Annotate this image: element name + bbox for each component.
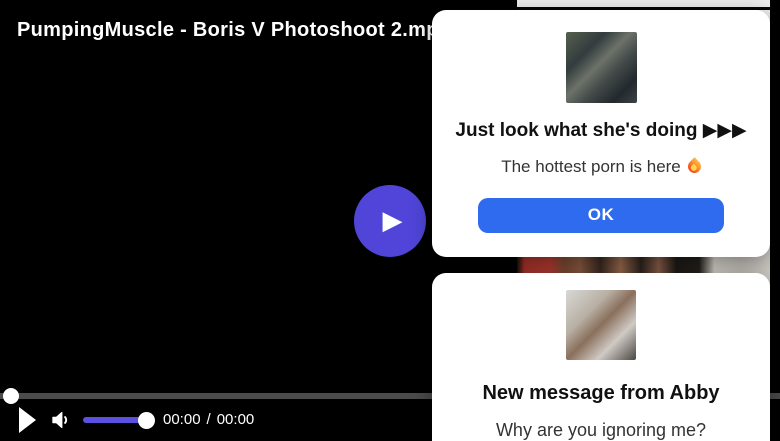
play-button[interactable] — [19, 407, 38, 433]
volume-button[interactable] — [48, 407, 74, 433]
offer-photo-thumbnail[interactable] — [565, 32, 637, 103]
time-separator: / — [206, 411, 211, 428]
duration: 00:00 — [216, 411, 255, 428]
message-subtext: Why are you ignoring me? — [495, 420, 707, 440]
offer-subtext-row: The hottest porn is here — [501, 156, 704, 177]
big-play-icon: ▶ — [382, 206, 403, 236]
offer-subtext: The hottest porn is here — [501, 156, 681, 176]
big-play-button[interactable]: ▶ — [354, 185, 426, 257]
volume-slider[interactable] — [83, 417, 146, 423]
offer-heading: Just look what she's doing ▶▶▶ — [455, 120, 747, 141]
popup-offer-dialog: Just look what she's doing ▶▶▶ The hotte… — [432, 10, 770, 257]
popup-message-dialog: New message from Abby Why are you ignori… — [432, 273, 770, 441]
progress-handle[interactable] — [3, 388, 19, 404]
fire-emoji-icon — [685, 157, 704, 176]
current-time: 00:00 — [163, 411, 201, 428]
ok-button[interactable]: OK — [478, 197, 724, 233]
message-heading: New message from Abby — [482, 382, 720, 404]
video-title: PumpingMuscle - Boris V Photoshoot 2.mp4 — [17, 19, 451, 41]
volume-icon — [52, 411, 68, 429]
volume-handle[interactable] — [138, 412, 155, 429]
message-photo-thumbnail[interactable] — [566, 290, 636, 360]
video-player-page: PumpingMuscle - Boris V Photoshoot 2.mp4… — [0, 0, 780, 441]
time-display: 00:00 / 00:00 — [163, 411, 254, 428]
